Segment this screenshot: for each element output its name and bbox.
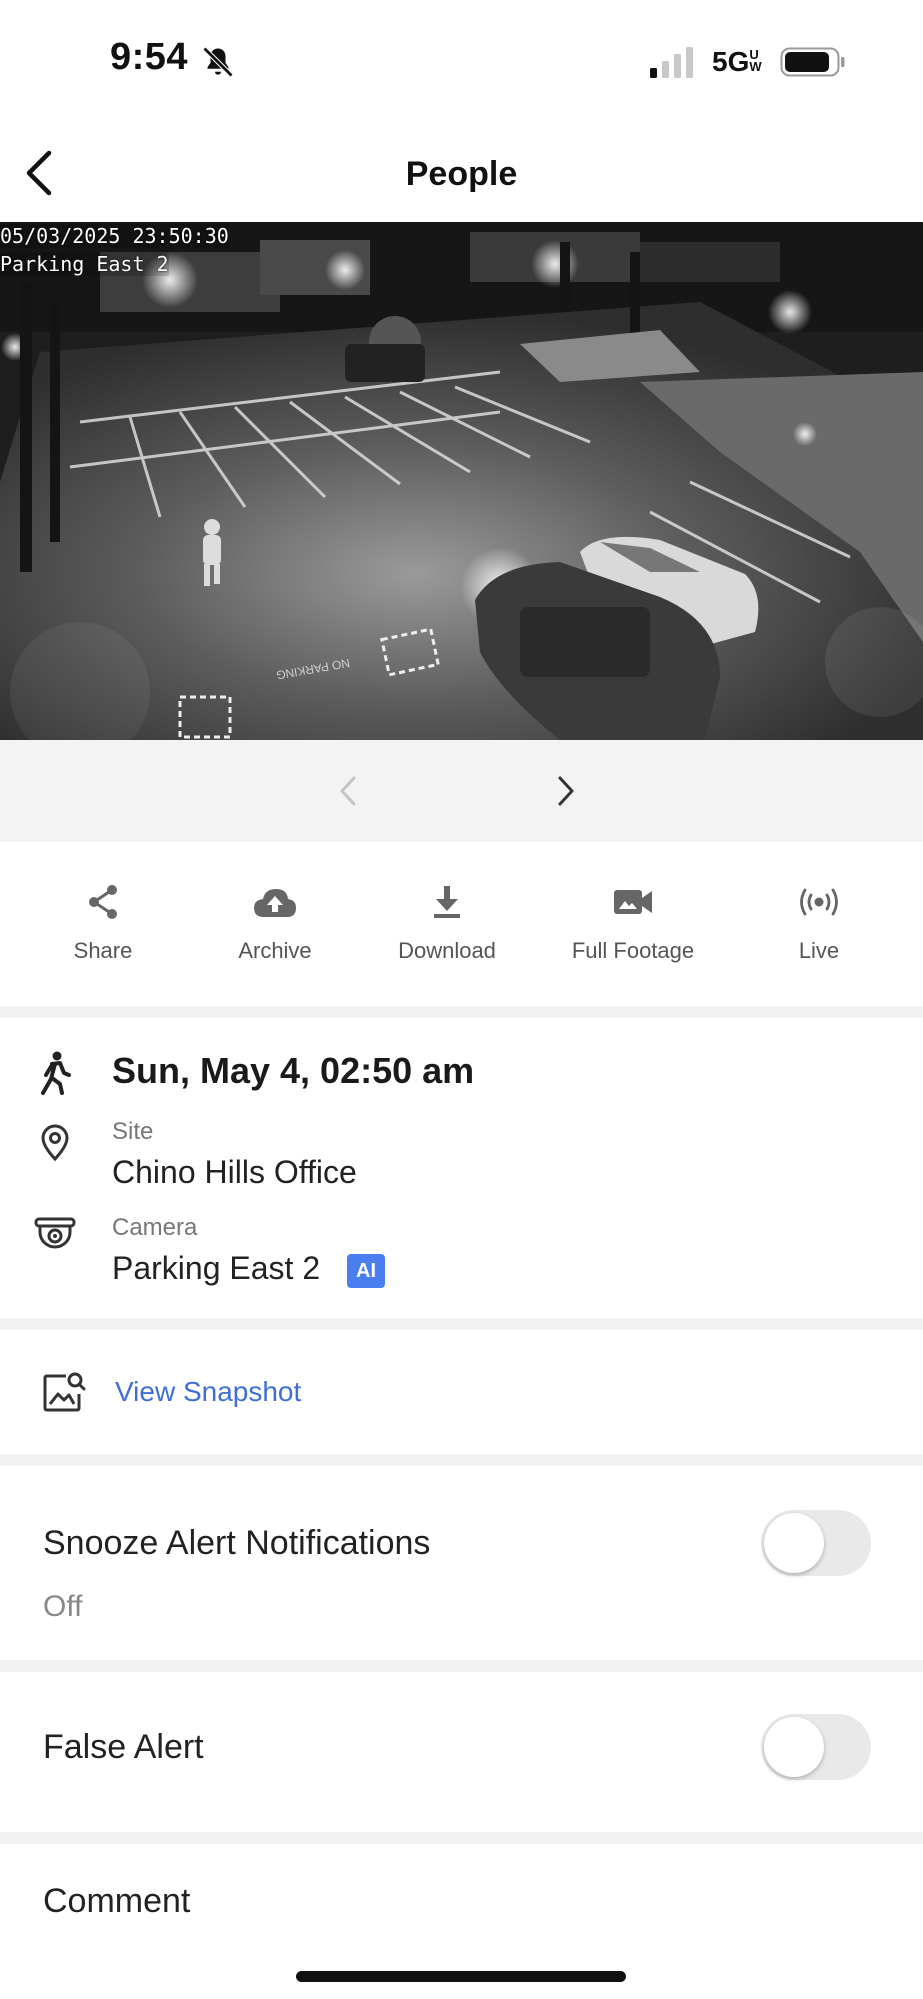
site-label: Site — [112, 1118, 154, 1145]
previous-event-button[interactable] — [330, 770, 366, 812]
network-type: 5GUW — [712, 46, 763, 78]
chevron-left-icon — [340, 776, 356, 806]
video-player[interactable]: 05/03/2025 23:50:30 Parking East 2 NO PA… — [0, 222, 923, 740]
image-search-icon — [43, 1372, 86, 1412]
site-value: Chino Hills Office — [112, 1154, 357, 1190]
archive-button[interactable]: Archive — [185, 880, 365, 964]
event-pager — [0, 740, 923, 842]
status-time: 9:54 — [110, 36, 189, 78]
live-label: Live — [798, 938, 840, 963]
download-icon — [434, 886, 460, 918]
false-alert-toggle[interactable] — [761, 1714, 871, 1780]
comment-title: Comment — [43, 1882, 191, 1920]
broadcast-icon — [800, 888, 838, 916]
share-button[interactable]: Share — [13, 880, 193, 964]
status-bar: 9:54 5GUW — [0, 0, 923, 125]
archive-label: Archive — [238, 938, 312, 963]
video-timestamp: 05/03/2025 23:50:30 — [0, 224, 229, 248]
snooze-title: Snooze Alert Notifications — [43, 1524, 431, 1562]
toggle-knob — [764, 1513, 824, 1573]
snooze-status: Off — [43, 1590, 83, 1623]
home-indicator[interactable] — [296, 1971, 626, 1982]
download-button[interactable]: Download — [357, 880, 537, 964]
signal-strength-icon — [650, 47, 693, 78]
chevron-right-icon — [558, 776, 574, 806]
cloud-upload-icon — [254, 889, 296, 917]
false-alert-title: False Alert — [43, 1728, 204, 1766]
camera-icon-wrap — [30, 1210, 80, 1260]
bell-slash-icon — [202, 46, 234, 78]
location-pin-icon — [41, 1124, 69, 1162]
full-footage-button[interactable]: Full Footage — [543, 880, 723, 964]
section-divider — [0, 1832, 923, 1844]
section-divider — [0, 1318, 923, 1330]
camera-footage — [0, 222, 923, 740]
camera-value: Parking East 2 — [112, 1250, 321, 1286]
navigation-bar: People — [0, 125, 923, 222]
live-button[interactable]: Live — [729, 880, 909, 964]
dome-camera-icon — [34, 1217, 76, 1249]
download-label: Download — [398, 938, 496, 963]
camera-value-row: Parking East 2 AI — [112, 1250, 385, 1288]
action-bar: Share Archive Download Full Footage Live — [0, 842, 923, 1006]
walking-person-icon — [41, 1051, 71, 1095]
next-event-button[interactable] — [548, 770, 584, 812]
ai-badge: AI — [347, 1253, 385, 1288]
section-divider — [0, 1660, 923, 1672]
toggle-knob — [764, 1717, 824, 1777]
page-title: People — [405, 155, 518, 193]
network-sup: UW — [749, 47, 762, 74]
event-type-icon-wrap — [30, 1048, 80, 1098]
snooze-alert-row: Snooze Alert Notifications Off — [0, 1466, 923, 1660]
network-main: 5G — [712, 46, 750, 77]
snooze-toggle[interactable] — [761, 1510, 871, 1576]
camera-label: Camera — [112, 1214, 198, 1241]
share-label: Share — [73, 938, 133, 963]
full-footage-label: Full Footage — [571, 938, 695, 963]
share-icon — [89, 885, 117, 919]
event-time: Sun, May 4, 02:50 am — [112, 1050, 475, 1091]
event-details: Sun, May 4, 02:50 am Site Chino Hills Of… — [0, 1018, 923, 1318]
false-alert-row: False Alert — [0, 1672, 923, 1832]
view-snapshot-row[interactable]: View Snapshot — [0, 1330, 923, 1454]
section-divider — [0, 1006, 923, 1018]
video-camera-name: Parking East 2 — [0, 252, 169, 276]
video-camera-icon — [614, 890, 652, 914]
battery-icon — [780, 47, 845, 77]
site-icon-wrap — [30, 1118, 80, 1168]
section-divider — [0, 1454, 923, 1466]
view-snapshot-link[interactable]: View Snapshot — [115, 1376, 301, 1408]
